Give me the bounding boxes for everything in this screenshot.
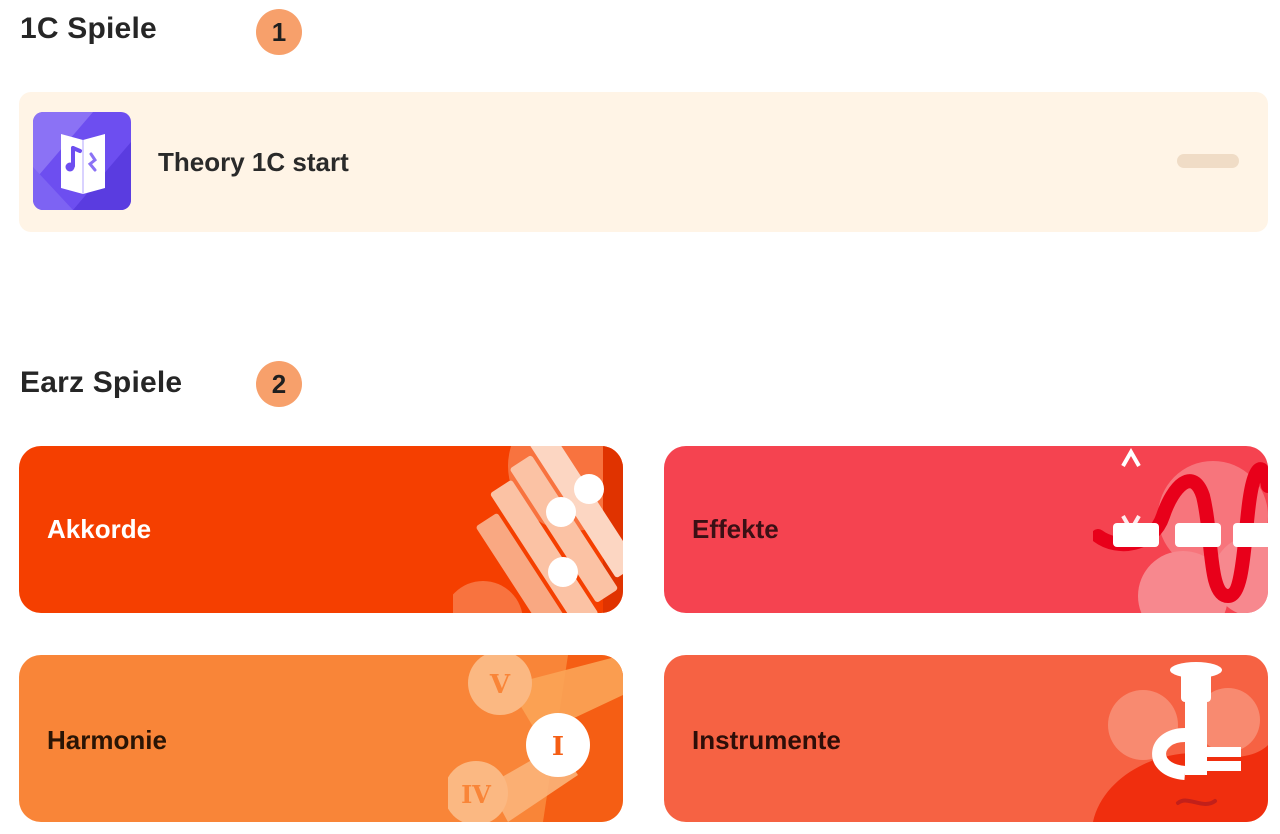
degree-iv-label: IV <box>461 780 491 809</box>
chord-degrees-icon: V I IV <box>448 655 623 822</box>
tuba-icon <box>1093 662 1268 822</box>
piano-keys-icon <box>453 446 623 613</box>
effekte-game-card[interactable]: Effekte <box>664 446 1268 613</box>
section-number-badge: 2 <box>256 361 302 407</box>
instrumente-game-card[interactable]: Instrumente <box>664 655 1268 822</box>
card-label-effekte: Effekte <box>692 514 779 544</box>
card-label-instrumente: Instrumente <box>692 725 841 755</box>
section-number-badge: 1 <box>256 9 302 55</box>
section-title-1c-spiele: 1C Spiele <box>20 12 157 45</box>
theory-1c-start-item[interactable]: Theory 1C start <box>19 92 1268 232</box>
akkorde-game-card[interactable]: Akkorde <box>19 446 623 613</box>
card-label-akkorde: Akkorde <box>47 514 152 544</box>
degree-v-label: V <box>489 670 511 700</box>
theory-item-label: Theory 1C start <box>158 147 349 177</box>
music-book-icon <box>33 112 131 210</box>
waveform-icon <box>1093 447 1268 613</box>
degree-i-label: I <box>552 732 564 762</box>
harmonie-game-card[interactable]: Harmonie V I IV <box>19 655 623 822</box>
progress-bar <box>1177 154 1239 168</box>
section-title-earz-spiele: Earz Spiele <box>20 366 183 399</box>
card-label-harmonie: Harmonie <box>47 725 167 755</box>
